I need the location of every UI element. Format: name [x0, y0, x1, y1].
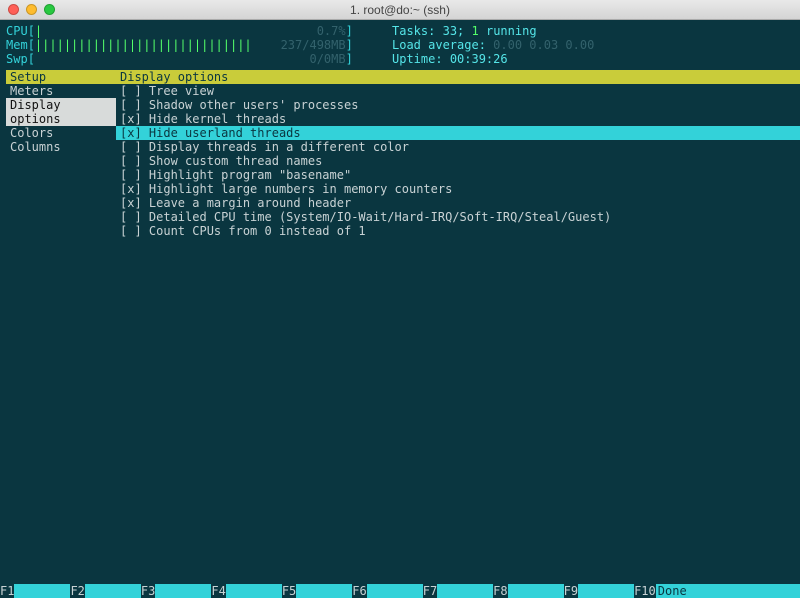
cpu-pad — [42, 24, 317, 38]
display-options-panel: Display options [ ] Tree view[ ] Shadow … — [116, 70, 800, 238]
option-row[interactable]: [x] Highlight large numbers in memory co… — [116, 182, 800, 196]
fnkey-key: F10 — [634, 584, 656, 598]
display-options-header: Display options — [116, 70, 800, 84]
meter-value: 237/498MB — [281, 38, 346, 52]
fnkey-label: Done — [656, 584, 712, 598]
meter-label: Mem — [6, 38, 28, 52]
setup-sidebar: Setup MetersDisplay optionsColorsColumns — [6, 70, 116, 238]
sidebar-items: MetersDisplay optionsColorsColumns — [6, 84, 116, 154]
option-row[interactable]: [x] Hide kernel threads — [116, 112, 800, 126]
fnkey-key: F1 — [0, 584, 14, 598]
fnkey-f9[interactable]: F9 — [564, 584, 634, 598]
fnkey-label — [367, 584, 423, 598]
fnkey-f2[interactable]: F2 — [70, 584, 140, 598]
option-row[interactable]: [ ] Tree view — [116, 84, 800, 98]
fnkey-key: F7 — [423, 584, 437, 598]
meter-label: CPU — [6, 24, 28, 38]
uptime-row: Uptime: 00:39:26 — [392, 52, 594, 66]
fnkey-label — [14, 584, 70, 598]
fnkey-key: F4 — [211, 584, 225, 598]
fnkey-f3[interactable]: F3 — [141, 584, 211, 598]
sidebar-item-meters[interactable]: Meters — [6, 84, 116, 98]
option-row[interactable]: [ ] Show custom thread names — [116, 154, 800, 168]
zoom-icon[interactable] — [44, 4, 55, 15]
fnkey-f5[interactable]: F5 — [282, 584, 352, 598]
fnkey-label — [85, 584, 141, 598]
option-row[interactable]: [ ] Shadow other users' processes — [116, 98, 800, 112]
meter-value: 0.7% — [317, 24, 346, 38]
fnkey-key: F3 — [141, 584, 155, 598]
fnkey-f7[interactable]: F7 — [423, 584, 493, 598]
load-row: Load average: 0.00 0.03 0.00 — [392, 38, 594, 52]
close-icon[interactable] — [8, 4, 19, 15]
fnkey-key: F6 — [352, 584, 366, 598]
fnkey-label — [437, 584, 493, 598]
tasks-row: Tasks: 33; 1 running — [392, 24, 594, 38]
fnkey-f6[interactable]: F6 — [352, 584, 422, 598]
fnkey-label — [578, 584, 634, 598]
minimize-icon[interactable] — [26, 4, 37, 15]
window-controls — [8, 4, 55, 15]
option-row[interactable]: [x] Hide userland threads — [116, 126, 800, 140]
option-row[interactable]: [ ] Detailed CPU time (System/IO-Wait/Ha… — [116, 210, 800, 224]
fnkey-f8[interactable]: F8 — [493, 584, 563, 598]
fnkey-label — [155, 584, 211, 598]
meter-value: 0/0MB — [309, 52, 345, 66]
meter-label: Swp — [6, 52, 28, 66]
window-title: 1. root@do:~ (ssh) — [0, 3, 800, 17]
sysinfo-panel: Tasks: 33; 1 running Load average: 0.00 … — [392, 24, 594, 66]
option-row[interactable]: [ ] Highlight program "basename" — [116, 168, 800, 182]
window-titlebar: 1. root@do:~ (ssh) — [0, 0, 800, 20]
display-options-list[interactable]: [ ] Tree view[ ] Shadow other users' pro… — [116, 84, 800, 238]
fnkey-key: F8 — [493, 584, 507, 598]
mem-pad — [252, 38, 281, 52]
function-key-bar: F1 F2 F3 F4 F5 F6 F7 F8 F9 F10Done — [0, 584, 800, 598]
sidebar-item-colors[interactable]: Colors — [6, 126, 116, 140]
sidebar-item-columns[interactable]: Columns — [6, 140, 116, 154]
fnkey-label — [508, 584, 564, 598]
fnbar-tail — [712, 584, 800, 598]
sidebar-header: Setup — [6, 70, 116, 84]
fnkey-label — [226, 584, 282, 598]
setup-pane: Setup MetersDisplay optionsColorsColumns… — [6, 70, 794, 238]
sidebar-item-display-options[interactable]: Display options — [6, 98, 116, 126]
swp-pad — [35, 52, 310, 66]
meter-bar: |||||||||||||||||||||||||||||| — [35, 38, 252, 52]
fnkey-key: F9 — [564, 584, 578, 598]
option-row[interactable]: [x] Leave a margin around header — [116, 196, 800, 210]
fnkey-f10[interactable]: F10Done — [634, 584, 712, 598]
fnkey-f4[interactable]: F4 — [211, 584, 281, 598]
terminal-content: CPU[| 0.7%] Mem[||||||||||||||||||||||||… — [0, 20, 800, 238]
option-row[interactable]: [ ] Display threads in a different color — [116, 140, 800, 154]
fnkey-key: F5 — [282, 584, 296, 598]
fnkey-f1[interactable]: F1 — [0, 584, 70, 598]
option-row[interactable]: [ ] Count CPUs from 0 instead of 1 — [116, 224, 800, 238]
fnkey-key: F2 — [70, 584, 84, 598]
fnkey-label — [296, 584, 352, 598]
